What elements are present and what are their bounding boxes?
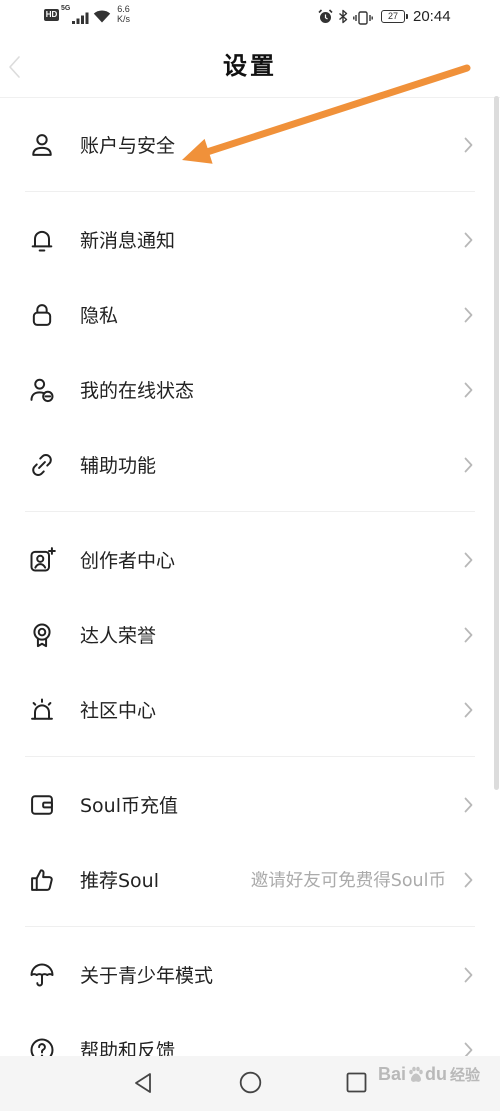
nav-recents-button[interactable] bbox=[346, 1072, 367, 1093]
speed-value: 6.6 bbox=[117, 4, 130, 14]
umbrella-icon bbox=[28, 961, 56, 989]
settings-item-label: 辅助功能 bbox=[80, 455, 157, 477]
bluetooth-icon bbox=[338, 9, 348, 28]
user-icon bbox=[28, 131, 56, 159]
online-status-icon bbox=[28, 376, 56, 404]
settings-item-soul-coin-recharge[interactable]: Soul币充值 bbox=[0, 767, 500, 842]
section-divider bbox=[0, 747, 500, 767]
settings-item-privacy[interactable]: 隐私 bbox=[0, 277, 500, 352]
settings-item-label: 我的在线状态 bbox=[80, 380, 195, 402]
settings-item-label: 社区中心 bbox=[80, 700, 157, 722]
settings-item-notifications[interactable]: 新消息通知 bbox=[0, 202, 500, 277]
section-divider bbox=[0, 917, 500, 937]
settings-item-label: 创作者中心 bbox=[80, 550, 176, 572]
settings-item-label: 账户与安全 bbox=[80, 135, 176, 157]
settings-item-label: 达人荣誉 bbox=[80, 625, 157, 647]
chevron-right-icon bbox=[464, 382, 473, 398]
chevron-right-icon bbox=[464, 872, 473, 888]
settings-item-expert-honors[interactable]: 达人荣誉 bbox=[0, 597, 500, 672]
chevron-right-icon bbox=[464, 307, 473, 323]
hd-badge: HD bbox=[44, 9, 59, 21]
wallet-icon bbox=[28, 791, 56, 819]
chevron-right-icon bbox=[464, 627, 473, 643]
chevron-right-icon bbox=[464, 702, 473, 718]
nav-back-button[interactable] bbox=[133, 1071, 153, 1095]
chevron-right-icon bbox=[464, 967, 473, 983]
settings-item-label: Soul币充值 bbox=[80, 795, 179, 817]
section-divider bbox=[0, 502, 500, 522]
bell-icon bbox=[28, 226, 56, 254]
medal-icon bbox=[28, 621, 56, 649]
settings-item-label: 关于青少年模式 bbox=[80, 965, 214, 987]
settings-list[interactable]: 账户与安全 新消息通知 隐私 我的在线状态 辅助功能 创作者中心 达人荣誉 社区… bbox=[0, 98, 500, 1111]
settings-item-label: 隐私 bbox=[80, 305, 119, 327]
alarm-icon bbox=[318, 9, 333, 28]
back-triangle-icon bbox=[135, 1073, 151, 1093]
vibrate-icon bbox=[353, 10, 373, 29]
nav-home-button[interactable] bbox=[239, 1071, 262, 1094]
thumbs-up-icon bbox=[28, 866, 56, 894]
lock-icon bbox=[28, 301, 56, 329]
home-circle-icon bbox=[239, 1071, 262, 1094]
battery-icon: 27 bbox=[381, 10, 408, 23]
siren-icon bbox=[28, 696, 56, 724]
status-bar: HD 5G 6.6 K/s 27 20:44 bbox=[0, 0, 500, 35]
app-header: 设置 bbox=[0, 35, 500, 98]
list-top-spacer bbox=[0, 98, 500, 107]
settings-item-online-status[interactable]: 我的在线状态 bbox=[0, 352, 500, 427]
watermark-product: 经验 bbox=[450, 1066, 481, 1084]
network-type: 5G bbox=[61, 5, 71, 12]
link-icon bbox=[28, 451, 56, 479]
watermark-brand-a: Bai bbox=[378, 1064, 407, 1084]
section-divider bbox=[0, 182, 500, 202]
settings-item-recommend-soul[interactable]: 推荐Soul 邀请好友可免费得Soul币 bbox=[0, 842, 500, 917]
settings-item-label: 推荐Soul bbox=[80, 870, 160, 892]
settings-item-label: 新消息通知 bbox=[80, 230, 176, 252]
settings-item-teen-mode[interactable]: 关于青少年模式 bbox=[0, 937, 500, 1012]
chevron-right-icon bbox=[464, 797, 473, 813]
page-title: 设置 bbox=[223, 52, 277, 80]
wifi-icon bbox=[93, 8, 111, 27]
paw-logo-icon bbox=[407, 1066, 424, 1083]
signal-icon bbox=[71, 9, 89, 28]
chevron-right-icon bbox=[464, 232, 473, 248]
speed-unit: K/s bbox=[117, 14, 131, 24]
baidu-jingyan-watermark: Bai du 经验 bbox=[378, 1064, 480, 1085]
settings-item-creator-center[interactable]: 创作者中心 bbox=[0, 522, 500, 597]
recents-square-icon bbox=[346, 1072, 367, 1093]
settings-item-account-security[interactable]: 账户与安全 bbox=[0, 107, 500, 182]
watermark-brand-b: du bbox=[425, 1064, 448, 1084]
settings-item-community-center[interactable]: 社区中心 bbox=[0, 672, 500, 747]
creator-center-icon bbox=[28, 546, 56, 574]
clock-time: 20:44 bbox=[413, 8, 451, 25]
chevron-right-icon bbox=[464, 137, 473, 153]
invite-hint-text: 邀请好友可免费得Soul币 bbox=[250, 871, 446, 891]
settings-item-accessibility[interactable]: 辅助功能 bbox=[0, 427, 500, 502]
scrollbar[interactable] bbox=[494, 96, 499, 790]
network-speed: 6.6 K/s bbox=[117, 4, 130, 24]
chevron-right-icon bbox=[464, 552, 473, 568]
chevron-right-icon bbox=[464, 457, 473, 473]
